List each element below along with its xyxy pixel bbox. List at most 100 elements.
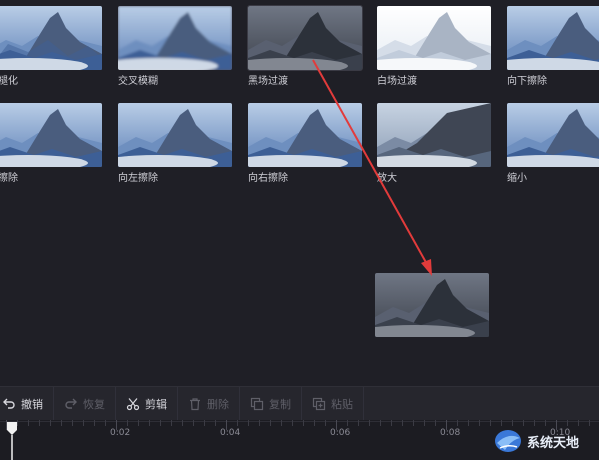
transition-thumbnail [248,103,362,167]
redo-button[interactable]: 恢复 [54,386,116,421]
timeline-tick [369,420,370,426]
transition-label: 向左擦除 [118,173,158,184]
transition-label: 向下擦除 [507,76,547,87]
delete-button[interactable]: 删除 [178,386,240,421]
transition-tile[interactable]: 黑场过渡 [247,5,363,87]
timeline-tick [589,420,590,426]
transition-tile[interactable]: 白场过渡 [377,6,491,87]
playhead-handle[interactable] [6,420,18,460]
timeline-tick [435,420,436,426]
transition-label: 上擦除 [0,173,18,184]
transition-thumbnail [247,5,363,71]
timeline-tick [413,420,414,426]
timeline-tick [358,420,359,426]
timeline-tick [270,420,271,426]
timeline-tick [490,420,491,426]
timeline-tick [237,420,238,426]
transition-tile[interactable]: 上擦除 [0,103,102,184]
transition-thumbnail [377,6,491,70]
transition-grid: 叉褪化 交叉模糊 黑场过渡 白场过渡 向下擦除 上擦除 向左擦除 向右擦除 放大… [0,0,599,200]
timeline-tick [314,420,315,426]
timeline-label: 0:06 [330,428,351,438]
timeline-tick [523,420,524,426]
transition-thumbnail [118,103,232,167]
timeline-tick [105,420,106,426]
undo-button[interactable]: 撤销 [0,386,54,421]
timeline-baseline [0,421,599,422]
timeline-tick [380,420,381,426]
transition-tile[interactable]: 缩小 [507,103,599,184]
transition-label: 黑场过渡 [248,76,288,87]
transition-thumbnail [118,6,232,70]
edit-toolbar: 撤销 恢复 剪辑 删除 复制 粘贴 [0,386,599,421]
cut-label: 剪辑 [145,397,167,411]
copy-label: 复制 [269,397,291,411]
globe-icon [495,430,521,452]
timeline-tick [182,420,183,426]
scissors-icon [126,397,140,410]
timeline-tick [215,420,216,426]
copy-button[interactable]: 复制 [240,386,302,421]
transition-label: 放大 [377,173,397,184]
timeline-tick [325,420,326,426]
timeline-tick [424,420,425,426]
timeline-tick [303,420,304,426]
paste-label: 粘贴 [331,397,353,411]
timeline-tick [83,420,84,426]
timeline-tick [479,420,480,426]
transition-tile[interactable]: 向下擦除 [507,6,599,87]
transition-tile[interactable]: 向右擦除 [248,103,362,184]
copy-icon [250,397,264,410]
timeline-tick [259,420,260,426]
timeline-tick [457,420,458,426]
timeline-tick [578,420,579,426]
timeline-tick [468,420,469,426]
delete-label: 删除 [207,397,229,411]
timeline-label: 0:04 [220,428,241,438]
transition-thumbnail [0,6,102,70]
timeline-tick [171,420,172,426]
transition-tile[interactable]: 交叉模糊 [118,6,232,87]
transition-tile[interactable]: 叉褪化 [0,6,102,87]
transition-label: 缩小 [507,173,527,184]
transition-thumbnail [507,103,599,167]
redo-label: 恢复 [83,397,105,411]
watermark-logo: 系统天地 [493,428,579,454]
watermark-text: 系统天地 [527,435,580,451]
timeline-tick [94,420,95,426]
paste-button[interactable]: 粘贴 [302,386,364,421]
transition-label: 交叉模糊 [118,76,158,87]
timeline-label: 0:08 [440,428,461,438]
transition-thumbnail [507,6,599,70]
timeline-tick [193,420,194,426]
redo-icon [65,398,77,409]
drag-preview-thumbnail[interactable] [375,273,489,337]
timeline-tick [512,420,513,426]
transition-label: 叉褪化 [0,76,18,87]
timeline-tick [160,420,161,426]
trash-icon [190,397,200,410]
transition-thumbnail [377,103,491,167]
timeline-tick [72,420,73,426]
cut-button[interactable]: 剪辑 [116,386,178,421]
timeline-tick [391,420,392,426]
timeline-tick [127,420,128,426]
timeline-tick [281,420,282,426]
timeline-tick [61,420,62,426]
transition-label: 向右擦除 [248,173,288,184]
undo-label: 撤销 [21,397,43,411]
timeline-tick [248,420,249,426]
timeline-tick [545,420,546,426]
transition-thumbnail [0,103,102,167]
timeline-tick [28,420,29,426]
transition-tile[interactable]: 向左擦除 [118,103,232,184]
timeline-tick [347,420,348,426]
transition-label: 白场过渡 [377,76,417,87]
timeline-tick [402,420,403,426]
timeline-tick [204,420,205,426]
timeline-tick [534,420,535,426]
timeline-tick [292,420,293,426]
timeline-label: 0:02 [110,428,131,438]
timeline-tick [149,420,150,426]
transition-tile[interactable]: 放大 [377,103,491,184]
